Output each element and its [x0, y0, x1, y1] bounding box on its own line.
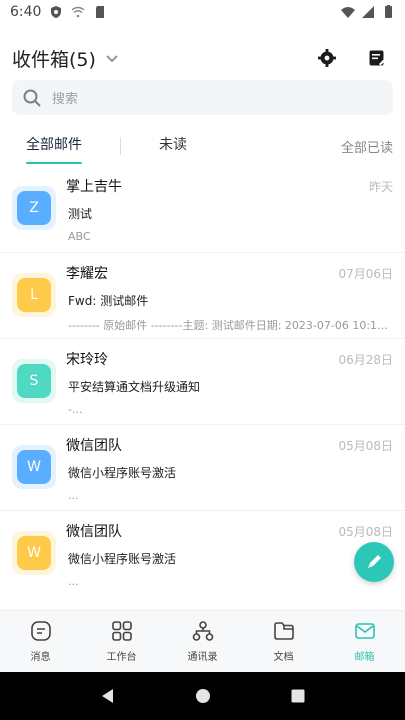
mark-all-read-button[interactable]: 全部已读: [341, 137, 393, 156]
wifi-off-icon: [72, 6, 85, 18]
tab-all-mail[interactable]: 全部邮件: [12, 128, 96, 164]
nav-messages[interactable]: 消息: [0, 611, 81, 672]
avatar-frame: W: [12, 445, 56, 489]
nav-label: 邮箱: [354, 652, 375, 663]
compose-note-button[interactable]: [361, 42, 393, 74]
email-date: 05月08日: [338, 524, 393, 539]
battery-icon: [385, 5, 392, 18]
email-date: 昨天: [368, 179, 393, 194]
nav-documents[interactable]: 文档: [243, 611, 324, 672]
mail-icon: [354, 623, 375, 639]
settings-button[interactable]: [311, 42, 343, 74]
app-header: 收件箱(5): [0, 36, 405, 80]
signal-icon: [362, 6, 374, 18]
tab-divider: [120, 137, 121, 155]
email-preview: ABC: [68, 230, 91, 243]
avatar: Z: [17, 191, 51, 225]
email-preview: -------- 原始邮件 --------主题: 测试邮件日期: 2023-0…: [68, 319, 393, 332]
email-item[interactable]: L 李耀宏 07月06日 Fwd: 测试邮件 -------- 原始邮件 ---…: [0, 252, 405, 338]
avatar: S: [17, 364, 51, 398]
edit-note-icon: [369, 50, 386, 66]
email-list: Z 掌上吉牛 昨天 测试 ABC L 李耀宏 07月06日 Fwd: 测试邮件 …: [0, 166, 405, 610]
avatar-frame: Z: [12, 186, 56, 230]
pencil-icon: [368, 555, 381, 568]
sd-card-icon: [96, 6, 105, 18]
email-subject: 平安结算通文档升级通知: [68, 380, 201, 394]
sender-name: 微信团队: [66, 438, 122, 454]
avatar: L: [17, 278, 51, 312]
shield-icon: [51, 6, 62, 18]
grid-icon: [111, 621, 132, 641]
status-time: 6:40: [10, 4, 42, 20]
mail-filter-tabs: 全部邮件 未读 全部已读: [0, 128, 405, 164]
mailbox-title[interactable]: 收件箱(5): [12, 45, 96, 72]
email-date: 07月06日: [338, 266, 393, 281]
nav-label: 文档: [273, 652, 294, 663]
email-item[interactable]: Z 掌上吉牛 昨天 测试 ABC: [0, 166, 405, 252]
back-icon[interactable]: [99, 687, 117, 705]
nav-contacts[interactable]: 通讯录: [162, 611, 243, 672]
email-item[interactable]: W 微信团队 05月08日 微信小程序账号激活 ...: [0, 424, 405, 510]
nav-label: 消息: [30, 652, 51, 663]
email-preview: -...: [68, 403, 83, 416]
email-preview: ...: [68, 489, 79, 502]
nav-label: 通讯录: [187, 652, 218, 663]
email-date: 06月28日: [338, 352, 393, 367]
email-item[interactable]: S 宋玲玲 06月28日 平安结算通文档升级通知 -...: [0, 338, 405, 424]
nav-mailbox[interactable]: 邮箱: [324, 611, 405, 672]
sender-name: 掌上吉牛: [66, 179, 122, 195]
avatar-frame: L: [12, 273, 56, 317]
sender-name: 微信团队: [66, 524, 122, 540]
message-icon: [30, 621, 51, 641]
nav-workbench[interactable]: 工作台: [81, 611, 162, 672]
folder-icon: [273, 622, 294, 640]
avatar-frame: S: [12, 359, 56, 403]
home-icon[interactable]: [194, 687, 212, 705]
system-nav-bar: [0, 672, 405, 720]
search-box[interactable]: 搜索: [12, 80, 393, 115]
email-preview: ...: [68, 575, 79, 588]
sender-name: 宋玲玲: [66, 352, 108, 368]
gear-icon: [318, 49, 336, 67]
avatar: W: [17, 536, 51, 570]
email-subject: 测试: [68, 207, 93, 221]
avatar-frame: W: [12, 531, 56, 575]
status-bar: 6:40: [0, 0, 405, 24]
wifi-icon: [341, 7, 355, 18]
sender-name: 李耀宏: [66, 266, 108, 282]
search-input[interactable]: 搜索: [52, 88, 78, 107]
email-item[interactable]: W 微信团队 05月08日 微信小程序账号激活 ...: [0, 510, 405, 596]
tab-unread[interactable]: 未读: [145, 128, 201, 164]
email-subject: Fwd: 测试邮件: [68, 294, 149, 308]
compose-button[interactable]: [354, 542, 394, 582]
email-subject: 微信小程序账号激活: [68, 552, 177, 566]
email-date: 05月08日: [338, 438, 393, 453]
recents-icon[interactable]: [289, 687, 307, 705]
nav-label: 工作台: [106, 652, 137, 663]
org-chart-icon: [192, 621, 213, 641]
bottom-nav: 消息 工作台 通讯录 文档 邮箱: [0, 610, 405, 672]
search-icon: [23, 89, 41, 107]
email-subject: 微信小程序账号激活: [68, 466, 177, 480]
avatar: W: [17, 450, 51, 484]
chevron-down-icon[interactable]: [104, 50, 120, 66]
